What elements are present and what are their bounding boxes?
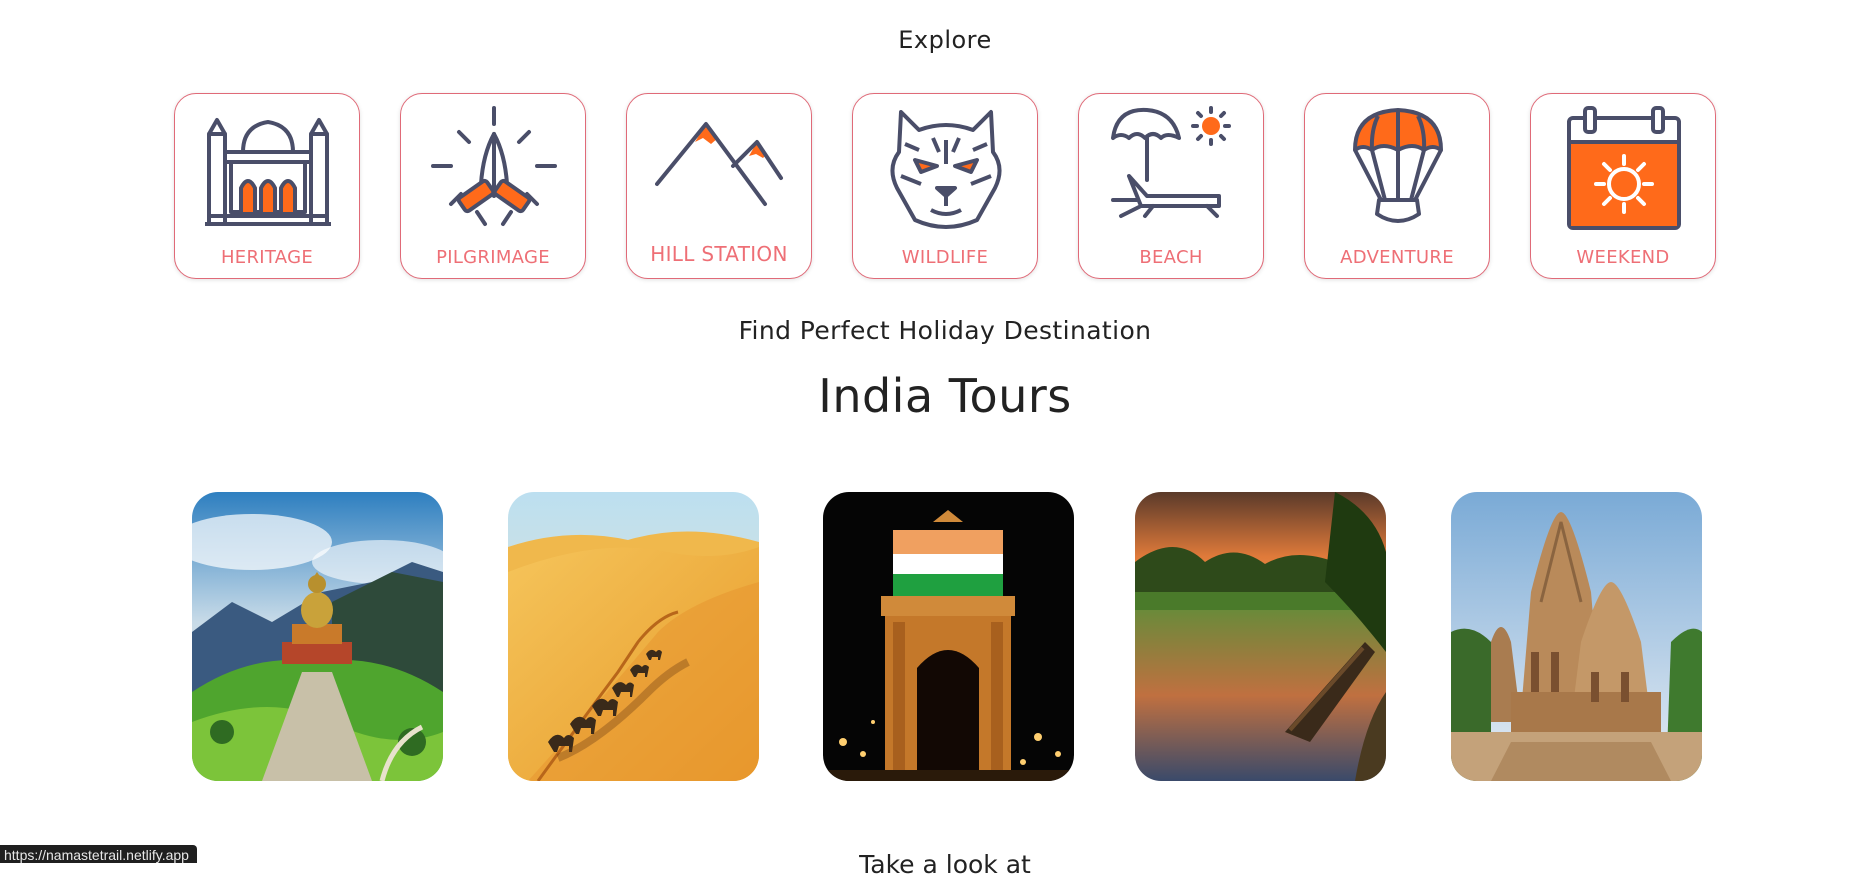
destination-card[interactable] [192, 492, 443, 781]
tours-title: India Tours [818, 369, 1072, 423]
tours-subtitle: Find Perfect Holiday Destination [738, 316, 1152, 345]
next-section-heading: Take a look at [859, 850, 1031, 879]
category-beach[interactable]: BEACH [1078, 93, 1264, 279]
status-bar-url: https://namastetrail.netlify.app [0, 845, 197, 863]
category-adventure[interactable]: ADVENTURE [1304, 93, 1490, 279]
mosque-icon [203, 104, 333, 234]
category-label: HILL STATION [650, 242, 788, 266]
backwater-boat-sunset-image [1135, 492, 1386, 781]
desert-camel-caravan-image [508, 492, 759, 781]
destination-card[interactable] [1451, 492, 1702, 781]
category-wildlife[interactable]: WILDLIFE [852, 93, 1038, 279]
tiger-icon [881, 104, 1011, 234]
destination-card[interactable] [823, 492, 1074, 781]
category-label: WEEKEND [1576, 247, 1670, 268]
category-hill-station[interactable]: HILL STATION [626, 93, 812, 279]
buddha-statue-hills-image [192, 492, 443, 781]
destination-card[interactable] [508, 492, 759, 781]
category-label: BEACH [1139, 247, 1203, 268]
category-row: HERITAGE PILGRIMAGE HILL STATION WILDLIF… [0, 93, 1870, 283]
calendar-sun-icon [1559, 104, 1689, 234]
destination-row [0, 492, 1870, 782]
category-label: HERITAGE [220, 247, 314, 268]
praying-hands-icon [429, 104, 559, 234]
khajuraho-temple-image [1451, 492, 1702, 781]
india-gate-night-image [823, 492, 1074, 781]
category-label: ADVENTURE [1340, 247, 1454, 268]
category-label: PILGRIMAGE [436, 247, 550, 268]
category-weekend[interactable]: WEEKEND [1530, 93, 1716, 279]
mountain-icon [655, 104, 785, 234]
destination-card[interactable] [1135, 492, 1386, 781]
category-heritage[interactable]: HERITAGE [174, 93, 360, 279]
category-label: WILDLIFE [901, 247, 989, 268]
explore-title: Explore [898, 26, 992, 54]
category-pilgrimage[interactable]: PILGRIMAGE [400, 93, 586, 279]
hot-air-balloon-icon [1333, 104, 1463, 234]
beach-chair-icon [1107, 104, 1237, 234]
